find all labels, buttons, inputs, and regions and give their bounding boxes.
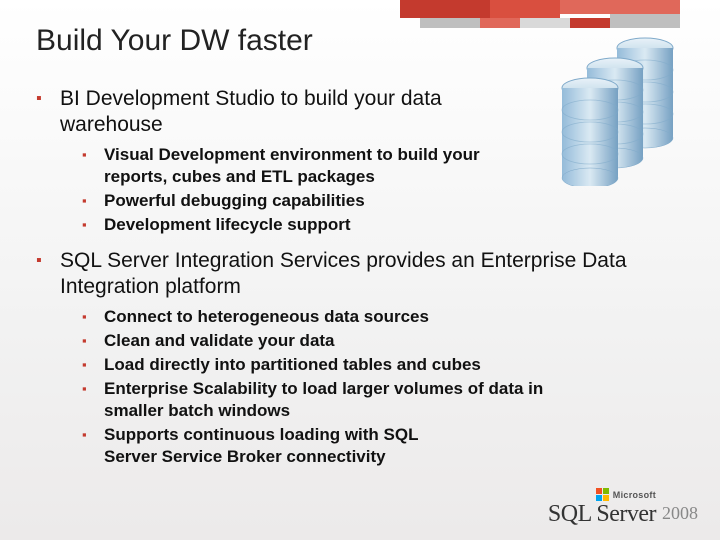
bullet-icon: ▪ <box>82 424 104 446</box>
list-item: ▪SQL Server Integration Services provide… <box>36 248 690 300</box>
microsoft-flag-icon <box>596 488 610 502</box>
bullet-icon: ▪ <box>82 330 104 352</box>
bullet-icon: ▪ <box>82 144 104 166</box>
bullet-icon: ▪ <box>82 354 104 376</box>
bullet-icon: ▪ <box>36 86 60 112</box>
sub-list-item: ▪Supports continuous loading with SQL Se… <box>82 424 690 468</box>
sub-list-item: ▪Load directly into partitioned tables a… <box>82 354 690 376</box>
header-decoration <box>400 0 680 40</box>
sub-list-item-text: Connect to heterogeneous data sources <box>104 306 429 328</box>
sub-list-item: ▪Connect to heterogeneous data sources <box>82 306 690 328</box>
sub-list-item: ▪Enterprise Scalability to load larger v… <box>82 378 690 422</box>
bullet-icon: ▪ <box>82 214 104 236</box>
product-name: SQL Server <box>548 502 656 526</box>
bullet-icon: ▪ <box>82 378 104 400</box>
sub-list-item: ▪Development lifecycle support <box>82 214 690 236</box>
sub-list-item: ▪Powerful debugging capabilities <box>82 190 690 212</box>
sub-list-item-text: Load directly into partitioned tables an… <box>104 354 481 376</box>
slide-title: Build Your DW faster <box>36 24 313 58</box>
bullet-icon: ▪ <box>82 306 104 328</box>
sub-list-item: ▪Clean and validate your data <box>82 330 690 352</box>
bullet-icon: ▪ <box>36 248 60 274</box>
database-stack-icon <box>560 36 690 186</box>
bullet-icon: ▪ <box>82 190 104 212</box>
sub-list-item-text: Powerful debugging capabilities <box>104 190 365 212</box>
slide: Build Your DW faster ▪BI Development Stu… <box>0 0 720 540</box>
sub-list-item-text: Enterprise Scalability to load larger vo… <box>104 378 544 422</box>
list-item-text: BI Development Studio to build your data… <box>60 86 480 138</box>
sub-list-item-text: Visual Development environment to build … <box>104 144 534 188</box>
sub-list-item-text: Development lifecycle support <box>104 214 351 236</box>
microsoft-text: Microsoft <box>613 491 656 500</box>
sub-list-item-text: Clean and validate your data <box>104 330 335 352</box>
product-year: 2008 <box>662 503 698 524</box>
sub-list-item-text: Supports continuous loading with SQL Ser… <box>104 424 464 468</box>
sub-list: ▪Connect to heterogeneous data sources▪C… <box>82 306 690 468</box>
list-item-text: SQL Server Integration Services provides… <box>60 248 690 300</box>
footer-logo: Microsoft SQL Server 2008 <box>548 488 698 526</box>
